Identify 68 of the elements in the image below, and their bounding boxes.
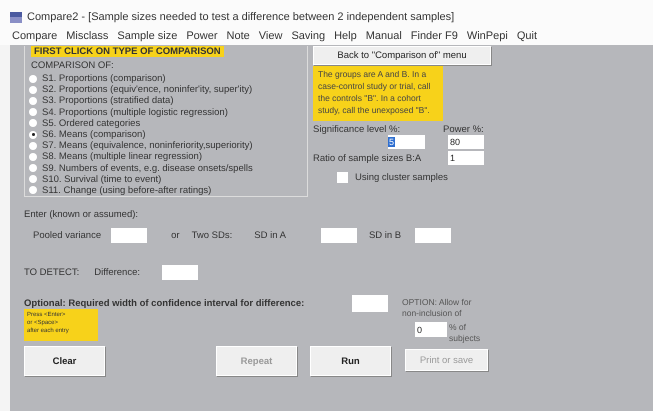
non-inclusion-field[interactable]: 0 — [415, 322, 447, 337]
radio-button[interactable] — [29, 108, 37, 116]
radio-button[interactable] — [29, 130, 37, 139]
optional-label: Optional: Required width of confidence interval for difference: — [24, 298, 306, 309]
radio-button[interactable] — [29, 152, 37, 161]
pooled-variance-field[interactable] — [111, 228, 148, 243]
menu-item[interactable]: Finder F9 — [410, 30, 458, 42]
radio-button[interactable] — [29, 164, 37, 172]
sd-b-field[interactable] — [415, 228, 452, 243]
option-label[interactable]: S3. Proportions (stratified data) — [42, 95, 174, 106]
significance-label: Significance level %: — [313, 124, 402, 135]
radio-button[interactable] — [29, 186, 37, 194]
ci-width-field[interactable] — [352, 295, 388, 312]
window-title: Compare2 - [Sample sizes needed to test a difference between 2 independent samples] — [27, 11, 454, 23]
significance-field[interactable]: 5 — [388, 135, 425, 149]
sd-a-field[interactable] — [320, 228, 357, 243]
option-label[interactable]: S1. Proportions (comparison) — [42, 73, 166, 84]
menu-item[interactable]: Compare — [12, 30, 58, 42]
pooled-variance-label: Pooled variance — [33, 230, 102, 241]
radio-button[interactable] — [29, 142, 37, 150]
menu-item[interactable]: Power — [186, 30, 218, 42]
option-label[interactable]: S8. Means (multiple linear regression) — [42, 151, 202, 162]
or-label: or — [171, 230, 180, 241]
option-label: OPTION: Allow for non-inclusion of — [402, 297, 472, 319]
info-note: The groups are A and B. In a case-control study or trial, call the controls "B". In a cohort study, call the unexposed "B". — [313, 66, 443, 121]
menu-item[interactable]: Sample size — [117, 30, 178, 42]
option-label[interactable]: S9. Numbers of events, e.g. disease onsets/spells — [42, 162, 253, 174]
difference-field[interactable] — [162, 265, 198, 280]
significance-value: 5 — [388, 137, 396, 147]
checkbox-label[interactable]: Using cluster samples — [355, 172, 448, 183]
percent-label: % of subjects — [449, 322, 482, 344]
radio-button[interactable] — [29, 74, 37, 83]
radio-button[interactable] — [29, 96, 37, 105]
menu-item[interactable]: Misclass — [66, 30, 108, 42]
checkbox[interactable] — [337, 172, 348, 183]
radio-button[interactable] — [29, 86, 37, 94]
run-button[interactable]: Run — [310, 346, 391, 376]
menu-item[interactable]: View — [258, 30, 282, 42]
option-label[interactable]: S11. Change (using before-after ratings) — [42, 184, 212, 196]
option-label[interactable]: S10. Survival (time to event) — [42, 174, 162, 185]
ratio-label: Ratio of sample sizes B:A — [313, 152, 422, 164]
difference-label: Difference: — [94, 267, 140, 278]
option-label[interactable]: S7. Means (equivalence, noninferiority,superiority) — [42, 140, 253, 152]
back-button[interactable]: Back to "Comparison of" menu — [313, 46, 491, 65]
app-icon — [10, 12, 22, 22]
radio-button[interactable] — [29, 175, 37, 184]
ratio-field[interactable]: 1 — [448, 151, 484, 165]
option-label[interactable]: S5. Ordered categories — [42, 118, 140, 129]
to-detect-label: TO DETECT: — [24, 267, 80, 278]
radio-button[interactable] — [29, 119, 37, 128]
option-label[interactable]: S6. Means (comparison) — [42, 129, 146, 140]
group-heading: COMPARISON OF: — [31, 60, 115, 71]
menu-item[interactable]: Manual — [366, 30, 402, 42]
sd-b-label: SD in B — [368, 230, 402, 241]
menu-item[interactable]: Help — [334, 30, 357, 42]
menu-item[interactable]: WinPepi — [466, 30, 508, 42]
menu-item[interactable]: Quit — [516, 30, 538, 42]
option-label[interactable]: S4. Proportions (multiple logistic regression) — [42, 106, 228, 118]
instruction-label: FIRST CLICK ON TYPE OF COMPARISON — [31, 46, 224, 57]
section-heading: Enter (known or assumed): — [24, 209, 138, 220]
sd-a-label: SD in A — [254, 230, 286, 241]
option-label[interactable]: S2. Proportions (equiv'ence, noninfer'ity, super'ity) — [42, 84, 252, 96]
power-field[interactable]: 80 — [448, 135, 484, 149]
menu-item[interactable]: Saving — [291, 30, 326, 42]
clear-button[interactable]: Clear — [24, 346, 105, 376]
power-label: Power %: — [443, 124, 484, 135]
menu-item[interactable]: Note — [226, 30, 250, 42]
two-sds-label: Two SDs: — [192, 230, 232, 241]
